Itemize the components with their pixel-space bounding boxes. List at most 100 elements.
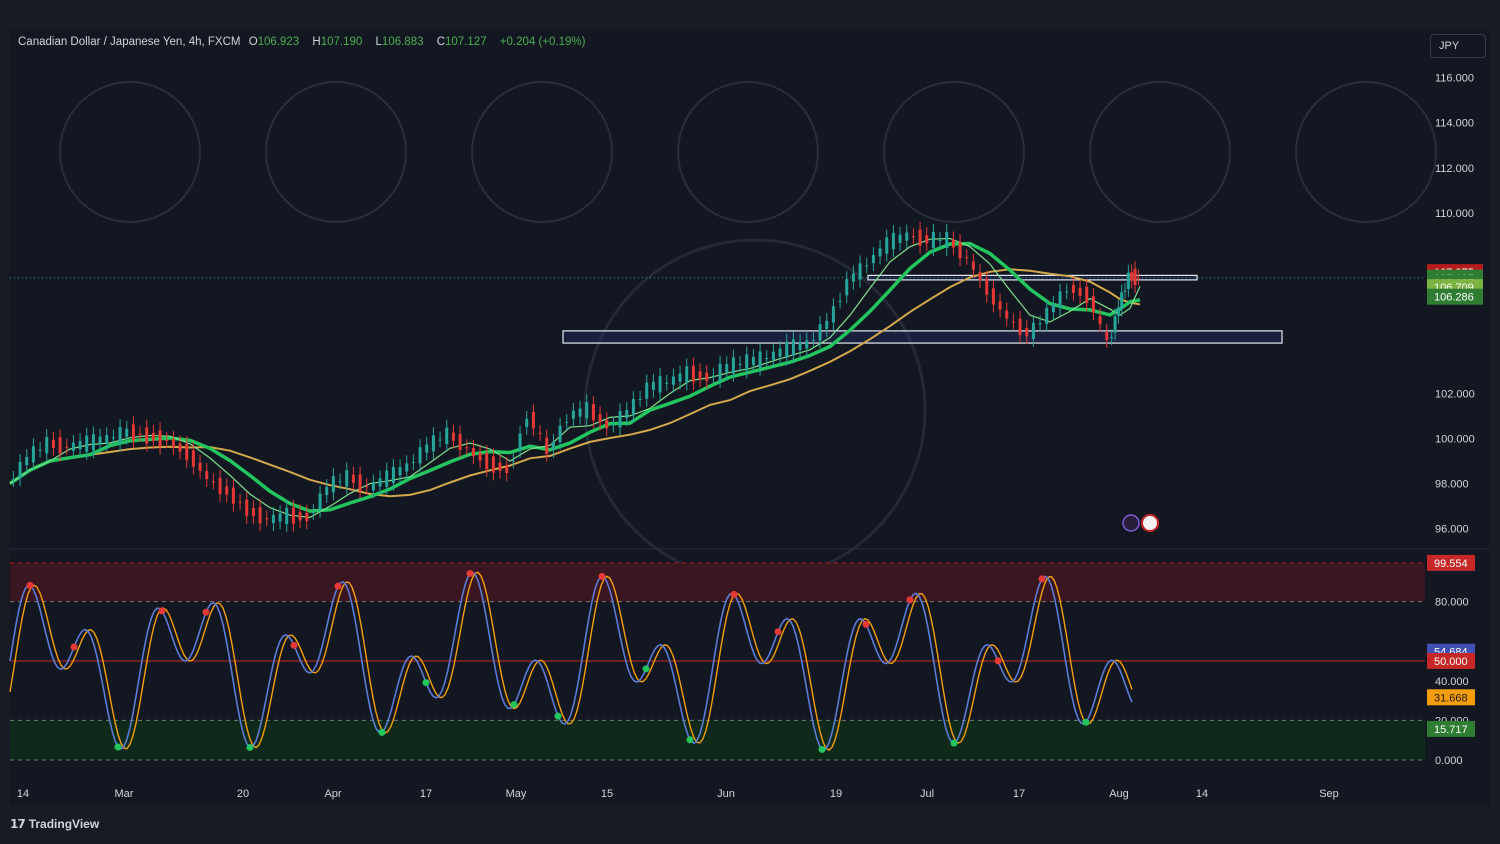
- candle-body: [331, 476, 335, 493]
- stoch-cross-dot: [246, 743, 254, 751]
- stoch-cross-dot: [26, 581, 34, 589]
- stoch-cross-dot: [818, 745, 826, 753]
- watermark-large: [583, 238, 927, 582]
- candle-body: [365, 486, 369, 488]
- candle-body: [358, 474, 362, 491]
- candle-body: [1116, 307, 1120, 316]
- stoch-cross-dot: [70, 643, 78, 651]
- time-axis-label: 17: [1013, 788, 1025, 800]
- symbol-title[interactable]: Canadian Dollar / Japanese Yen, 4h, FXCM: [18, 36, 240, 48]
- candle-body: [18, 461, 22, 479]
- candle-body: [705, 372, 709, 381]
- candle-body: [158, 430, 162, 447]
- candle-body: [898, 234, 902, 243]
- candle-body: [911, 236, 915, 238]
- low-label: L: [375, 36, 382, 48]
- candle-body: [285, 507, 289, 525]
- time-axis-label: Aug: [1109, 788, 1129, 800]
- candle-body: [231, 487, 235, 504]
- candle-body: [385, 470, 389, 487]
- candle-body: [351, 474, 355, 483]
- tv-logo-icon: 𝟭𝟳: [10, 817, 26, 831]
- candle-body: [298, 512, 302, 521]
- candle-body: [578, 408, 582, 417]
- candle-body: [1123, 290, 1127, 292]
- candle-body: [631, 399, 635, 416]
- candle-body: [785, 341, 789, 358]
- candle-body: [805, 340, 809, 349]
- candle-body: [978, 272, 982, 281]
- price-axis-label: 112.000: [1435, 163, 1474, 175]
- candle-body: [1113, 316, 1117, 333]
- candle-body: [405, 463, 409, 472]
- candle-body: [131, 424, 135, 441]
- watermark-ring: [59, 81, 201, 223]
- stoch-tag-text: 15.717: [1434, 724, 1468, 736]
- candle-body: [918, 229, 922, 246]
- candle-body: [1045, 307, 1049, 324]
- candle-body: [765, 358, 769, 360]
- candle-body: [791, 339, 795, 356]
- candle-body: [831, 306, 835, 323]
- candle-body: [518, 433, 522, 450]
- stoch-cross-dot: [422, 679, 430, 687]
- overbought-zone: [10, 562, 1425, 602]
- candle-body: [638, 398, 642, 400]
- watermark-ring: [471, 81, 613, 223]
- tradingview-logo[interactable]: 𝟭𝟳 TradingView: [10, 817, 99, 831]
- candle-body: [425, 444, 429, 453]
- candle-body: [1078, 287, 1082, 296]
- stoch-cross-dot: [598, 572, 606, 580]
- stoch-tag-text: 31.668: [1434, 692, 1468, 704]
- candle-body: [998, 301, 1002, 310]
- candle-body: [538, 432, 542, 434]
- time-axis-label: Sep: [1319, 788, 1339, 800]
- stoch-cross-dot: [378, 728, 386, 736]
- candle-body: [645, 382, 649, 399]
- price-axis-label: 114.000: [1435, 118, 1474, 130]
- open-value: 106.923: [257, 36, 300, 48]
- candle-body: [585, 402, 589, 419]
- price-tag-text: 106.286: [1434, 292, 1474, 304]
- candle-body: [931, 231, 935, 249]
- candle-body: [485, 452, 489, 470]
- candle-body: [851, 273, 855, 282]
- candle-body: [38, 449, 42, 451]
- candle-body: [571, 410, 575, 419]
- candle-body: [818, 324, 822, 341]
- stoch-axis-label: 40.000: [1435, 676, 1469, 688]
- candle-body: [1038, 323, 1042, 325]
- candle-body: [178, 443, 182, 452]
- candle-body: [318, 493, 322, 510]
- stoch-cross-dot: [730, 590, 738, 598]
- stoch-cross-dot: [554, 712, 562, 720]
- candle-body: [725, 364, 729, 373]
- candle-body: [1011, 321, 1015, 323]
- support-zone: [562, 330, 1283, 344]
- candle-body: [871, 255, 875, 264]
- candle-body: [758, 351, 762, 368]
- candle-body: [165, 440, 169, 442]
- candle-body: [65, 446, 69, 448]
- time-axis-label: Jul: [920, 788, 934, 800]
- candle-body: [45, 437, 49, 454]
- candle-body: [685, 366, 689, 383]
- stoch-tag-text: 50.000: [1434, 656, 1468, 668]
- stoch-tag-text: 99.554: [1434, 558, 1468, 570]
- stoch-cross-dot: [290, 641, 298, 649]
- price-axis-label: 100.000: [1435, 433, 1475, 445]
- time-axis-label: Apr: [324, 788, 341, 800]
- candle-body: [218, 477, 222, 495]
- price-chart[interactable]: 116.000 114.000 112.000 110.000 102.000 100.0…: [0, 0, 1500, 844]
- candle-body: [205, 470, 209, 480]
- candle-body: [945, 231, 949, 249]
- candle-body: [171, 438, 175, 448]
- candle-body: [378, 478, 382, 487]
- candle-body: [438, 439, 442, 441]
- candle-body: [718, 363, 722, 381]
- candle-body: [991, 288, 995, 305]
- price-axis-label: 116.000: [1435, 73, 1474, 85]
- currency-button[interactable]: JPY: [1430, 34, 1486, 58]
- candle-body: [238, 501, 242, 503]
- candle-body: [1071, 284, 1075, 293]
